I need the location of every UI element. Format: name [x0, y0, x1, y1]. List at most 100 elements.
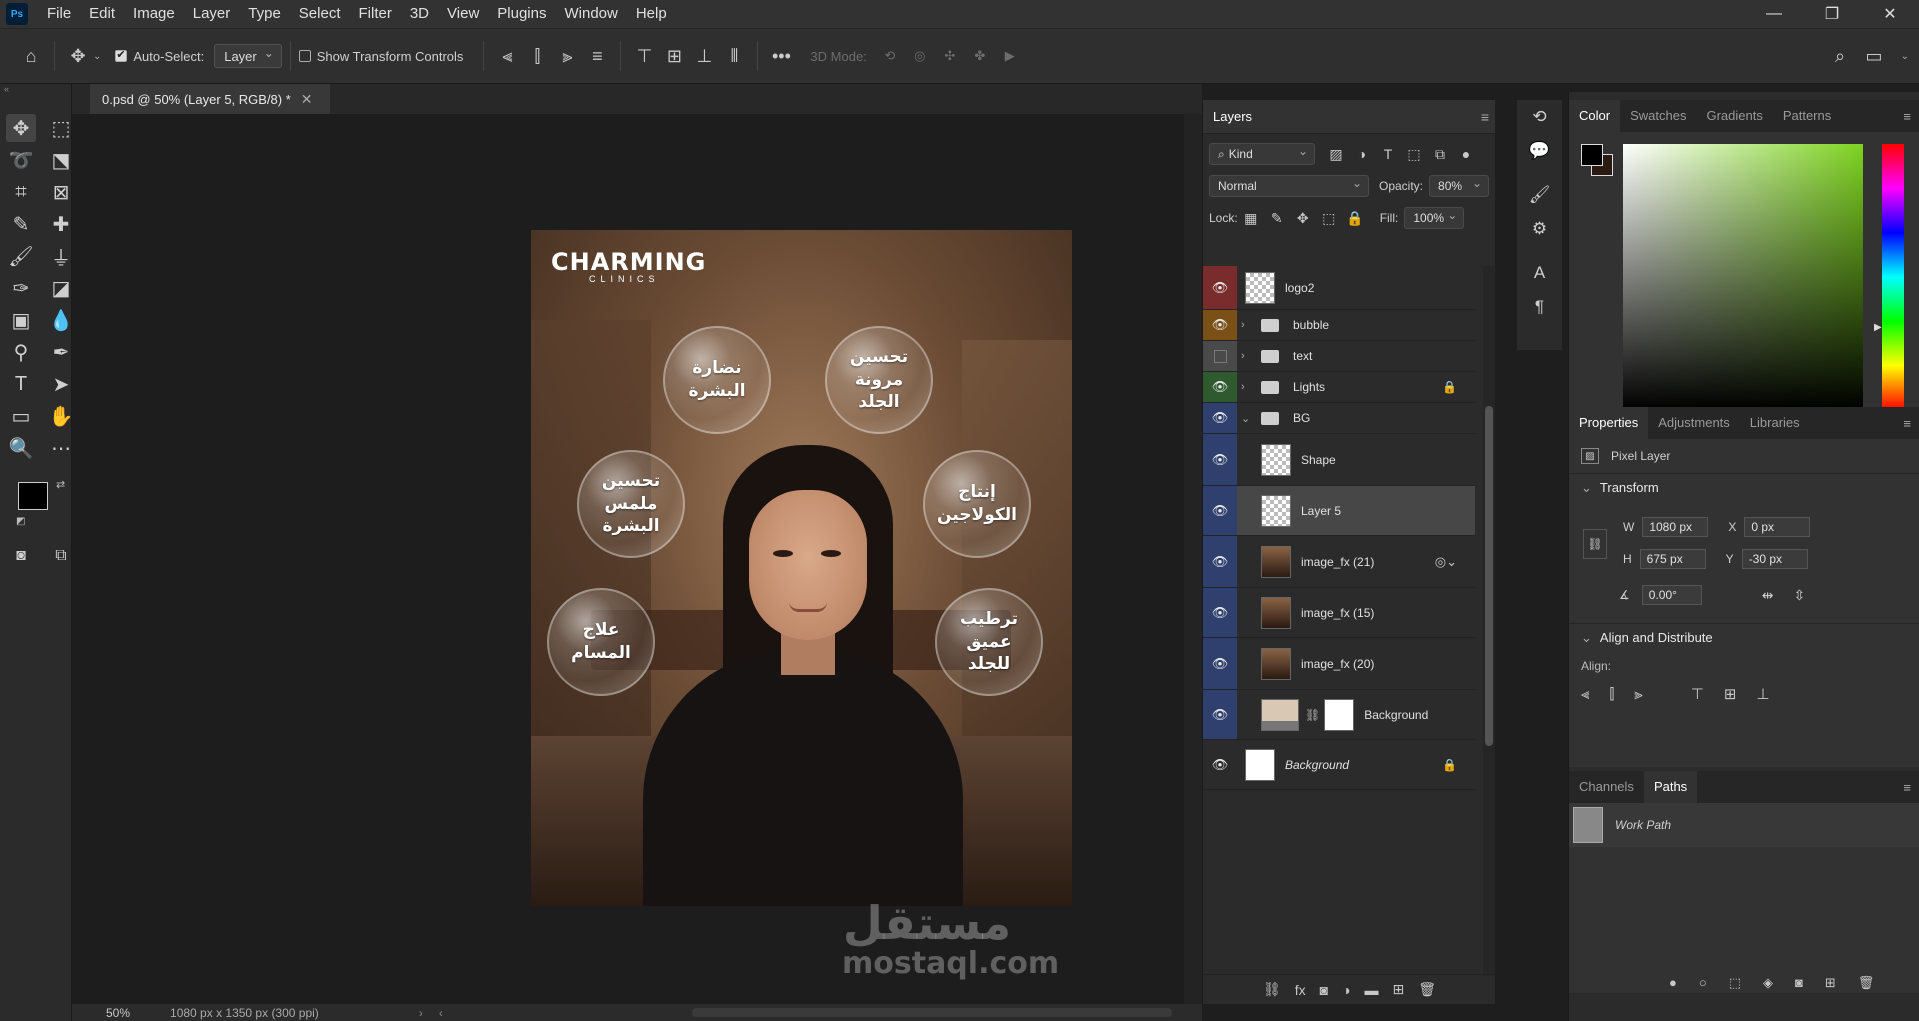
fill-field[interactable]: 100%	[1404, 207, 1465, 229]
visibility-eye-icon[interactable]: 👁	[1203, 638, 1237, 689]
move-tool-icon[interactable]: ✥	[6, 114, 36, 142]
smart-object-filter-icon[interactable]: ⧉	[1427, 146, 1453, 163]
visibility-eye-icon[interactable]: 👁	[1203, 740, 1237, 789]
panel-menu-icon[interactable]: ≡	[1903, 109, 1911, 124]
load-selection-icon[interactable]: ⬚	[1729, 975, 1741, 991]
menu-edit[interactable]: Edit	[80, 0, 124, 28]
layers-scrollbar[interactable]	[1483, 266, 1495, 976]
align-middle-icon[interactable]: ⊞	[659, 41, 689, 71]
layer-row[interactable]: 👁 image_fx (15)	[1203, 588, 1475, 638]
make-path-icon[interactable]: ◈	[1763, 975, 1773, 991]
type-tool-icon[interactable]: T	[6, 370, 36, 398]
layer-group-row[interactable]: 👁 ⌄ BG	[1203, 403, 1475, 434]
visibility-eye-icon[interactable]: 👁	[1203, 434, 1237, 485]
chevron-right-icon[interactable]: ›	[1241, 381, 1255, 393]
visibility-eye-icon[interactable]: 👁	[1203, 372, 1237, 402]
lock-image-icon[interactable]: ✎	[1264, 210, 1290, 227]
layer-row[interactable]: 👁 ⛓ Background	[1203, 690, 1475, 740]
move-tool-icon[interactable]: ✥	[63, 41, 93, 71]
lasso-tool-icon[interactable]: ➰	[6, 146, 36, 174]
angle-field[interactable]: 0.00°	[1641, 585, 1702, 605]
tab-libraries[interactable]: Libraries	[1740, 407, 1810, 439]
chevron-down-icon[interactable]: ⌄	[1241, 412, 1255, 425]
filter-kind-dropdown[interactable]: ⌕ Kind	[1209, 143, 1315, 165]
align-middle-icon[interactable]: ⊞	[1724, 685, 1737, 703]
menu-filter[interactable]: Filter	[350, 0, 401, 28]
tab-paths[interactable]: Paths	[1643, 771, 1698, 803]
menu-plugins[interactable]: Plugins	[488, 0, 555, 28]
quick-mask-icon[interactable]: ◙	[6, 542, 36, 570]
link-icon[interactable]: ⛓	[1583, 529, 1607, 559]
path-row[interactable]: Work Path	[1569, 803, 1919, 847]
eyedropper-icon[interactable]: ✎	[6, 210, 36, 238]
menu-select[interactable]: Select	[290, 0, 350, 28]
character-icon[interactable]: A	[1517, 256, 1562, 290]
align-section[interactable]: ⌄ Align and Distribute	[1569, 623, 1919, 651]
tab-adjustments[interactable]: Adjustments	[1648, 407, 1740, 439]
visibility-eye-icon[interactable]: 👁	[1203, 536, 1237, 587]
visibility-eye-icon[interactable]: 👁	[1203, 486, 1237, 535]
canvas-scrollbar[interactable]	[1184, 114, 1202, 1004]
menu-view[interactable]: View	[438, 0, 488, 28]
crop-tool-icon[interactable]: ⌗	[6, 178, 36, 206]
visibility-off-icon[interactable]	[1203, 341, 1237, 371]
align-bottom-icon[interactable]: ⊥	[689, 41, 719, 71]
tab-channels[interactable]: Channels	[1569, 771, 1644, 803]
close-icon[interactable]: ✕	[1861, 0, 1919, 28]
panel-menu-icon[interactable]: ≡	[1903, 416, 1911, 431]
align-top-icon[interactable]: ⊤	[1691, 685, 1704, 703]
align-top-icon[interactable]: ⊤	[629, 41, 659, 71]
tab-gradients[interactable]: Gradients	[1696, 100, 1772, 132]
chevron-down-icon[interactable]: ⌄	[93, 51, 101, 62]
scroll-left-icon[interactable]: ‹	[439, 1006, 443, 1020]
swap-colors-icon[interactable]: ⇄	[56, 478, 65, 491]
visibility-eye-icon[interactable]: 👁	[1203, 403, 1237, 433]
workspace-icon[interactable]: ▭	[1859, 41, 1889, 71]
pixel-filter-icon[interactable]: ▨	[1323, 146, 1349, 163]
y-field[interactable]: -30 px	[1741, 549, 1808, 569]
history-brush-icon[interactable]: ✑	[6, 274, 36, 302]
layer-row[interactable]: 👁 logo2	[1203, 266, 1475, 310]
hue-slider-handle[interactable]: ▶	[1874, 322, 1882, 333]
distribute-icon[interactable]: ≡	[582, 41, 612, 71]
tab-properties[interactable]: Properties	[1569, 407, 1649, 439]
menu-layer[interactable]: Layer	[184, 0, 240, 28]
rectangle-tool-icon[interactable]: ▭	[6, 402, 36, 430]
height-field[interactable]: 675 px	[1639, 549, 1706, 569]
visibility-eye-icon[interactable]: 👁	[1203, 690, 1237, 739]
document-tab[interactable]: 0.psd @ 50% (Layer 5, RGB/8) * ✕	[90, 84, 330, 114]
history-icon[interactable]: ⟲	[1517, 100, 1562, 134]
align-right-icon[interactable]: ⫸	[552, 41, 582, 71]
opacity-field[interactable]: 80%	[1429, 175, 1490, 197]
default-colors-icon[interactable]: ◩	[16, 516, 25, 527]
horizontal-scrollbar-thumb[interactable]	[692, 1008, 1172, 1017]
auto-select-dropdown[interactable]: Layer	[214, 44, 282, 68]
lock-artboard-icon[interactable]: ⬚	[1316, 210, 1342, 227]
artboard[interactable]: CHARMING CLINICS نضارة البشرة تحسين مرون…	[531, 230, 1072, 906]
visibility-eye-icon[interactable]: 👁	[1203, 266, 1237, 309]
scrollbar-thumb[interactable]	[1485, 406, 1493, 746]
chevron-right-icon[interactable]: ›	[1241, 350, 1255, 362]
delete-layer-icon[interactable]: 🗑	[1418, 981, 1436, 998]
adjustment-layer-icon[interactable]: ◑	[1342, 982, 1350, 998]
layer-row[interactable]: 👁 image_fx (21) ◎⌄	[1203, 536, 1475, 588]
checkbox-checked-icon[interactable]	[115, 48, 128, 62]
tab-color[interactable]: Color	[1569, 100, 1621, 132]
chevron-down-icon[interactable]: ⌄	[1581, 480, 1592, 496]
layers-tab[interactable]: Layers	[1213, 109, 1252, 124]
home-icon[interactable]: ⌂	[16, 41, 46, 71]
auto-select-checkbox[interactable]: Auto-Select:	[115, 48, 204, 64]
visibility-eye-icon[interactable]: 👁	[1203, 310, 1237, 340]
flip-horizontal-icon[interactable]: ⇹	[1762, 587, 1774, 604]
search-icon[interactable]: ⌕	[1825, 41, 1855, 71]
layer-row[interactable]: 👁 image_fx (20)	[1203, 638, 1475, 690]
foreground-color-swatch[interactable]	[1581, 144, 1603, 166]
menu-3d[interactable]: 3D	[401, 0, 438, 28]
zoom-level[interactable]: 50%	[106, 1006, 130, 1020]
paragraph-icon[interactable]: ¶	[1517, 290, 1562, 324]
lock-all-icon[interactable]: 🔒	[1342, 210, 1368, 227]
align-bottom-icon[interactable]: ⊥	[1756, 685, 1769, 703]
canvas-area[interactable]: CHARMING CLINICS نضارة البشرة تحسين مرون…	[72, 114, 1202, 1004]
checkbox-unchecked-icon[interactable]	[298, 50, 311, 62]
comments-icon[interactable]: 💬	[1517, 134, 1562, 168]
